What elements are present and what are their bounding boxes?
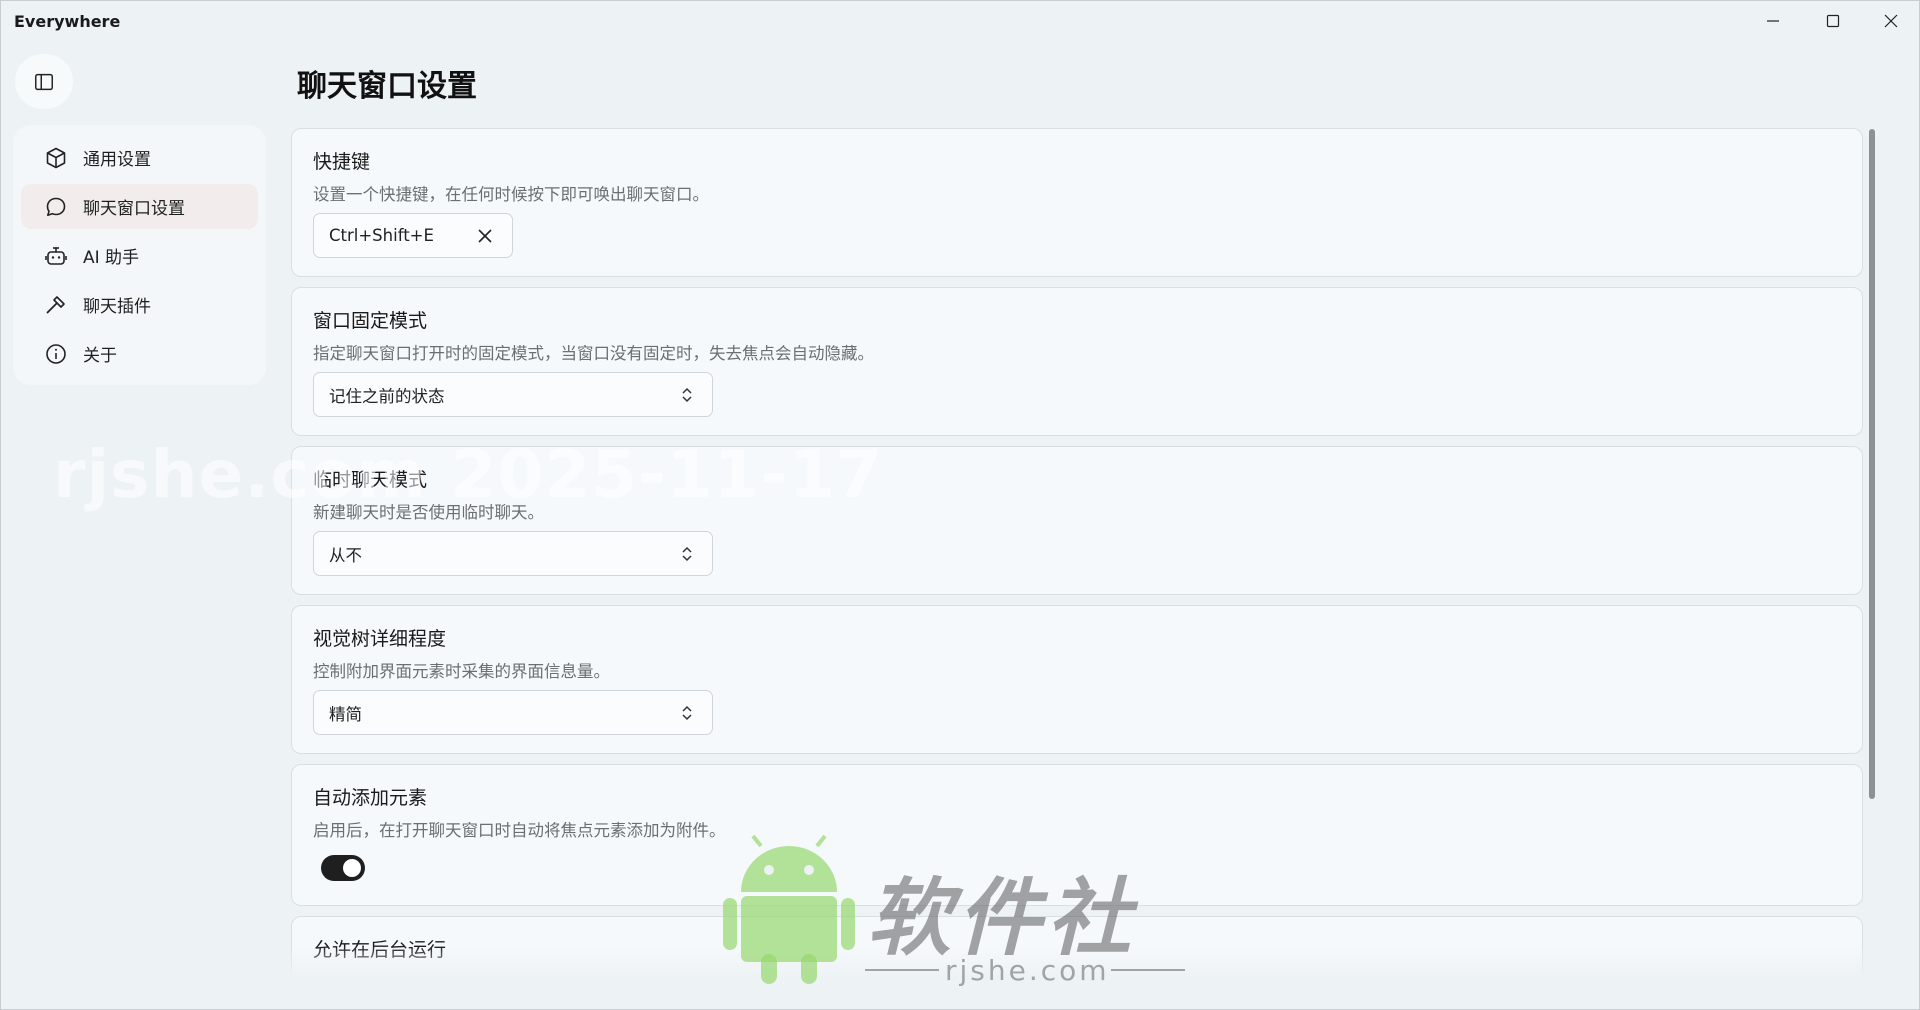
sidebar-item-chat-window[interactable]: 聊天窗口设置 [21,184,258,229]
sidebar-item-ai-assistant[interactable]: AI 助手 [21,233,258,278]
maximize-icon [1826,14,1840,28]
maximize-button[interactable] [1805,1,1861,41]
setting-description: 启用后，在打开聊天窗口时自动将焦点元素添加为附件。 [313,821,726,840]
sidebar-item-chat-plugins[interactable]: 聊天插件 [21,282,258,327]
close-button[interactable] [1863,1,1919,41]
sidebar-item-label: 聊天窗口设置 [83,199,185,219]
sidebar-panel-icon [35,73,53,90]
sidebar-item-label: 通用设置 [83,150,151,170]
sidebar-nav: 通用设置 聊天窗口设置 AI 助手 聊天插件 关于 [13,125,266,385]
sidebar-toggle-button[interactable] [15,54,73,109]
sidebar-item-label: 关于 [83,346,117,366]
app-title: Everywhere [14,12,121,31]
clear-hotkey-icon[interactable] [476,227,494,245]
select-value: 从不 [329,545,362,565]
temp-chat-select[interactable]: 从不 [313,531,713,576]
toggle-knob [343,859,361,877]
auto-add-toggle[interactable] [321,855,365,881]
title-bar[interactable]: Everywhere [1,1,1919,41]
watermark-domain: rjshe.com [945,954,1110,987]
close-icon [1884,14,1898,28]
select-value: 记住之前的状态 [329,386,445,406]
setting-description: 控制附加界面元素时采集的界面信息量。 [313,662,610,681]
setting-title: 自动添加元素 [313,787,428,809]
hammer-icon [44,293,68,317]
setting-card-visual-tree: 视觉树详细程度 控制附加界面元素时采集的界面信息量。 精简 [291,605,1863,754]
cube-icon [44,146,68,170]
select-value: 精简 [329,704,362,724]
hotkey-value: Ctrl+Shift+E [329,226,434,245]
setting-description: 指定聊天窗口打开时的固定模式，当窗口没有固定时，失去焦点会自动隐藏。 [313,344,874,363]
sidebar-item-general[interactable]: 通用设置 [21,135,258,180]
chevron-up-down-icon [682,387,692,403]
pin-mode-select[interactable]: 记住之前的状态 [313,372,713,417]
setting-title: 视觉树详细程度 [313,628,447,650]
robot-icon [44,244,68,268]
app-window: Everywhere 通用设置 聊天窗口设置 AI 助手 聊天插件 关于 聊天窗… [0,0,1920,1010]
setting-card-hotkey: 快捷键 设置一个快捷键，在任何时候按下即可唤出聊天窗口。 Ctrl+Shift+… [291,128,1863,277]
watermark-date: rjshe.com 2025-11-17 [53,436,883,513]
setting-title: 快捷键 [313,151,371,173]
setting-title: 窗口固定模式 [313,310,428,332]
sidebar-item-label: AI 助手 [83,248,140,268]
visual-tree-select[interactable]: 精简 [313,690,713,735]
chat-bubble-icon [44,195,68,219]
scrollbar-thumb[interactable] [1869,129,1875,799]
minimize-icon [1767,20,1779,22]
page-title: 聊天窗口设置 [297,69,477,104]
sidebar-item-label: 聊天插件 [83,297,151,317]
minimize-button[interactable] [1745,1,1801,41]
chevron-up-down-icon [682,546,692,562]
setting-card-pin-mode: 窗口固定模式 指定聊天窗口打开时的固定模式，当窗口没有固定时，失去焦点会自动隐藏… [291,287,1863,436]
chevron-up-down-icon [682,705,692,721]
sidebar-item-about[interactable]: 关于 [21,331,258,376]
setting-description: 设置一个快捷键，在任何时候按下即可唤出聊天窗口。 [313,185,709,204]
hotkey-input[interactable]: Ctrl+Shift+E [313,213,513,258]
info-icon [44,342,68,366]
